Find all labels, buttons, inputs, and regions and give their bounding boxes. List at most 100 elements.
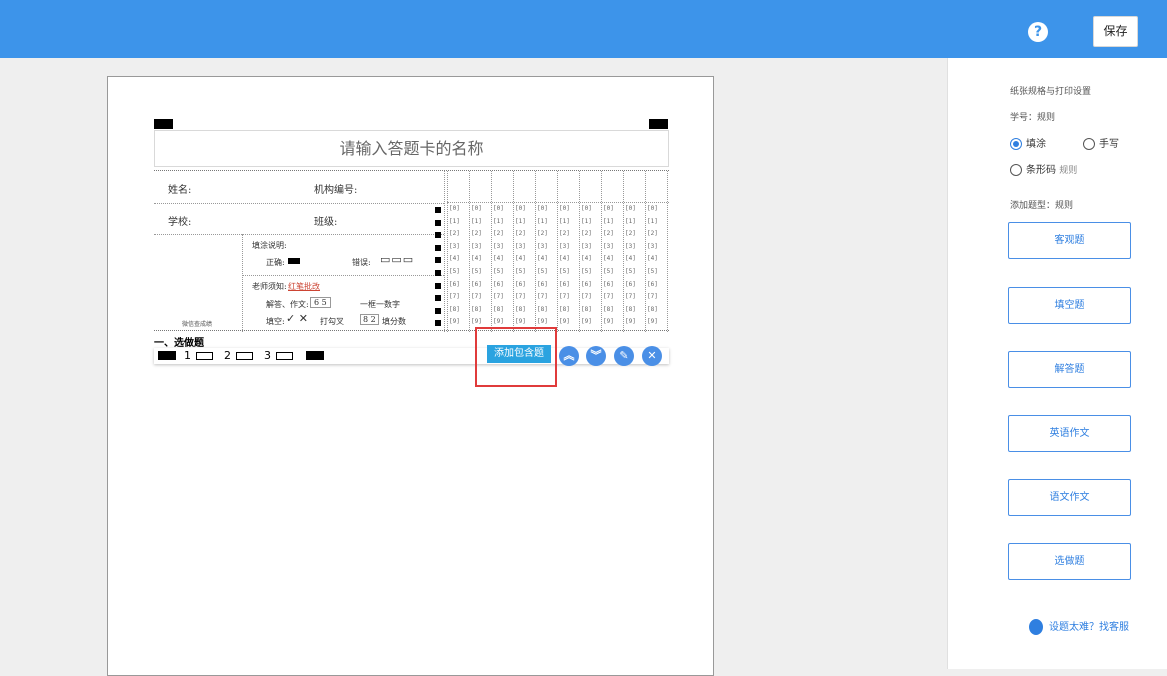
digit-bubble[interactable]: [3]	[625, 243, 636, 250]
digit-bubble[interactable]: [9]	[449, 318, 460, 325]
digit-bubble[interactable]: [4]	[515, 255, 526, 262]
digit-bubble[interactable]: [5]	[515, 268, 526, 275]
digit-bubble[interactable]: [0]	[471, 205, 482, 212]
digit-bubble[interactable]: [2]	[581, 230, 592, 237]
digit-bubble[interactable]: [1]	[581, 218, 592, 225]
digit-bubble[interactable]: [3]	[537, 243, 548, 250]
option-box[interactable]	[236, 352, 253, 360]
digit-bubble[interactable]: [4]	[493, 255, 504, 262]
digit-bubble[interactable]: [5]	[471, 268, 482, 275]
digit-bubble[interactable]: [6]	[449, 281, 460, 288]
digit-bubble[interactable]: [2]	[537, 230, 548, 237]
digit-bubble[interactable]: [2]	[493, 230, 504, 237]
digit-bubble[interactable]: [6]	[471, 281, 482, 288]
digit-bubble[interactable]: [5]	[647, 268, 658, 275]
move-up-icon[interactable]: ︽	[559, 346, 579, 366]
digit-bubble[interactable]: [2]	[625, 230, 636, 237]
digit-bubble[interactable]: [8]	[493, 306, 504, 313]
digit-bubble[interactable]: [9]	[603, 318, 614, 325]
digit-bubble[interactable]: [9]	[537, 318, 548, 325]
radio-handwrite[interactable]: 手写	[1083, 135, 1119, 150]
digit-bubble[interactable]: [0]	[493, 205, 504, 212]
digit-bubble[interactable]: [1]	[471, 218, 482, 225]
save-button[interactable]: 保存	[1093, 16, 1138, 47]
digit-bubble[interactable]: [6]	[581, 281, 592, 288]
option-box[interactable]	[196, 352, 213, 360]
digit-bubble[interactable]: [2]	[471, 230, 482, 237]
customer-support-link[interactable]: 设题太难？找客服	[1029, 618, 1129, 635]
digit-bubble[interactable]: [7]	[581, 293, 592, 300]
digit-bubble[interactable]: [6]	[515, 281, 526, 288]
digit-bubble[interactable]: [8]	[647, 306, 658, 313]
digit-bubble[interactable]: [7]	[603, 293, 614, 300]
digit-bubble[interactable]: [7]	[625, 293, 636, 300]
digit-bubble[interactable]: [8]	[471, 306, 482, 313]
objective-question-button[interactable]: 客观题	[1008, 222, 1131, 259]
digit-bubble[interactable]: [5]	[625, 268, 636, 275]
digit-bubble[interactable]: [8]	[515, 306, 526, 313]
digit-bubble[interactable]: [3]	[559, 243, 570, 250]
digit-bubble[interactable]: [5]	[537, 268, 548, 275]
digit-bubble[interactable]: [1]	[537, 218, 548, 225]
digit-bubble[interactable]: [3]	[449, 243, 460, 250]
digit-bubble[interactable]: [2]	[647, 230, 658, 237]
digit-bubble[interactable]: [3]	[471, 243, 482, 250]
digit-bubble[interactable]: [6]	[603, 281, 614, 288]
digit-bubble[interactable]: [5]	[581, 268, 592, 275]
digit-bubble[interactable]: [5]	[559, 268, 570, 275]
paper-settings-link[interactable]: 纸张规格与打印设置	[1010, 84, 1091, 97]
digit-bubble[interactable]: [2]	[559, 230, 570, 237]
radio-barcode[interactable]: 条形码 规则	[1010, 161, 1077, 176]
digit-bubble[interactable]: [1]	[603, 218, 614, 225]
digit-bubble[interactable]: [6]	[537, 281, 548, 288]
digit-bubble[interactable]: [0]	[537, 205, 548, 212]
digit-bubble[interactable]: [9]	[581, 318, 592, 325]
digit-bubble[interactable]: [6]	[493, 281, 504, 288]
digit-bubble[interactable]: [7]	[493, 293, 504, 300]
digit-bubble[interactable]: [4]	[559, 255, 570, 262]
chinese-essay-button[interactable]: 语文作文	[1008, 479, 1131, 516]
add-combo-question-button[interactable]: 添加包含题	[487, 345, 551, 363]
digit-bubble[interactable]: [7]	[647, 293, 658, 300]
digit-bubble[interactable]: [0]	[515, 205, 526, 212]
digit-bubble[interactable]: [4]	[581, 255, 592, 262]
digit-bubble[interactable]: [3]	[647, 243, 658, 250]
digit-bubble[interactable]: [1]	[559, 218, 570, 225]
digit-bubble[interactable]: [1]	[515, 218, 526, 225]
digit-bubble[interactable]: [8]	[581, 306, 592, 313]
digit-bubble[interactable]: [1]	[647, 218, 658, 225]
digit-bubble[interactable]: [5]	[603, 268, 614, 275]
digit-bubble[interactable]: [2]	[449, 230, 460, 237]
digit-bubble[interactable]: [5]	[493, 268, 504, 275]
edit-icon[interactable]: ✎	[614, 346, 634, 366]
digit-bubble[interactable]: [0]	[559, 205, 570, 212]
digit-bubble[interactable]: [3]	[493, 243, 504, 250]
digit-bubble[interactable]: [5]	[449, 268, 460, 275]
digit-bubble[interactable]: [9]	[471, 318, 482, 325]
digit-bubble[interactable]: [4]	[471, 255, 482, 262]
digit-bubble[interactable]: [1]	[493, 218, 504, 225]
digit-bubble[interactable]: [4]	[449, 255, 460, 262]
digit-bubble[interactable]: [8]	[559, 306, 570, 313]
digit-bubble[interactable]: [8]	[537, 306, 548, 313]
digit-bubble[interactable]: [3]	[581, 243, 592, 250]
english-essay-button[interactable]: 英语作文	[1008, 415, 1131, 452]
student-id-grid[interactable]: [0] [0] [0] [0] [0] [0] [0] [0] [0] [0] [1] [1] [1][…	[435, 171, 669, 332]
digit-bubble[interactable]: [6]	[625, 281, 636, 288]
digit-bubble[interactable]: [7]	[537, 293, 548, 300]
digit-bubble[interactable]: [8]	[625, 306, 636, 313]
digit-bubble[interactable]: [6]	[647, 281, 658, 288]
digit-bubble[interactable]: [6]	[559, 281, 570, 288]
option-box[interactable]	[276, 352, 293, 360]
digit-bubble[interactable]: [7]	[559, 293, 570, 300]
digit-bubble[interactable]: [2]	[603, 230, 614, 237]
digit-bubble[interactable]: [0]	[647, 205, 658, 212]
move-down-icon[interactable]: ︾	[586, 346, 606, 366]
digit-bubble[interactable]: [1]	[625, 218, 636, 225]
digit-bubble[interactable]: [1]	[449, 218, 460, 225]
digit-bubble[interactable]: [7]	[449, 293, 460, 300]
digit-bubble[interactable]: [0]	[449, 205, 460, 212]
digit-bubble[interactable]: [9]	[647, 318, 658, 325]
elective-question-button[interactable]: 选做题	[1008, 543, 1131, 580]
digit-bubble[interactable]: [3]	[603, 243, 614, 250]
